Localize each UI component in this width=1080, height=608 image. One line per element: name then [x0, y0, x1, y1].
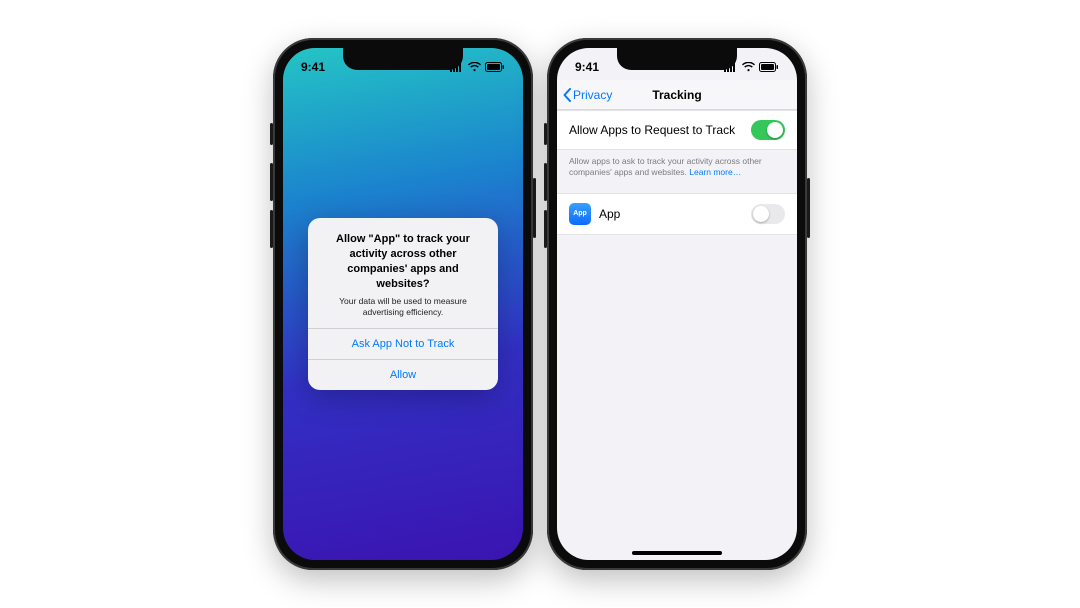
alert-dialog: Allow "App" to track your activity acros… — [308, 218, 498, 389]
ask-not-to-track-button[interactable]: Ask App Not to Track — [308, 328, 498, 359]
alert-body: Allow "App" to track your activity acros… — [308, 218, 498, 327]
tracking-permission-alert: Allow "App" to track your activity acros… — [283, 48, 523, 560]
app-name: App — [599, 207, 620, 221]
app-toggle[interactable] — [751, 204, 785, 224]
battery-icon — [485, 62, 505, 72]
section-footer: Allow apps to ask to track your activity… — [557, 150, 797, 193]
home-indicator[interactable] — [632, 551, 722, 555]
wifi-icon — [742, 62, 755, 72]
phone-right: 9:41 Privacy Tracking Allow Apps to Requ… — [547, 38, 807, 570]
chevron-left-icon — [563, 88, 571, 102]
side-button[interactable] — [807, 178, 810, 238]
alert-title: Allow "App" to track your activity acros… — [320, 232, 486, 291]
learn-more-link[interactable]: Learn more… — [689, 167, 741, 177]
screen: 9:41 Allow "App" to track your activity … — [283, 48, 523, 560]
screen: 9:41 Privacy Tracking Allow Apps to Requ… — [557, 48, 797, 560]
mute-switch[interactable] — [544, 123, 547, 145]
notch — [617, 48, 737, 70]
battery-icon — [759, 62, 779, 72]
nav-bar: Privacy Tracking — [557, 80, 797, 110]
alert-message: Your data will be used to measure advert… — [320, 296, 486, 318]
master-toggle-label: Allow Apps to Request to Track — [569, 123, 735, 137]
app-toggle-cell: App App — [557, 193, 797, 235]
side-button[interactable] — [533, 178, 536, 238]
status-time: 9:41 — [575, 60, 599, 74]
volume-down-button[interactable] — [270, 210, 273, 248]
volume-down-button[interactable] — [544, 210, 547, 248]
master-toggle-cell: Allow Apps to Request to Track — [557, 110, 797, 150]
master-toggle[interactable] — [751, 120, 785, 140]
app-icon: App — [569, 203, 591, 225]
volume-up-button[interactable] — [544, 163, 547, 201]
mute-switch[interactable] — [270, 123, 273, 145]
phone-left: 9:41 Allow "App" to track your activity … — [273, 38, 533, 570]
settings-list: Allow Apps to Request to Track Allow app… — [557, 110, 797, 235]
back-button[interactable]: Privacy — [563, 88, 612, 102]
back-label: Privacy — [573, 88, 612, 102]
nav-title: Tracking — [652, 88, 701, 102]
status-time: 9:41 — [301, 60, 325, 74]
volume-up-button[interactable] — [270, 163, 273, 201]
wifi-icon — [468, 62, 481, 72]
notch — [343, 48, 463, 70]
settings-screen: Privacy Tracking Allow Apps to Request t… — [557, 48, 797, 560]
allow-button[interactable]: Allow — [308, 359, 498, 390]
